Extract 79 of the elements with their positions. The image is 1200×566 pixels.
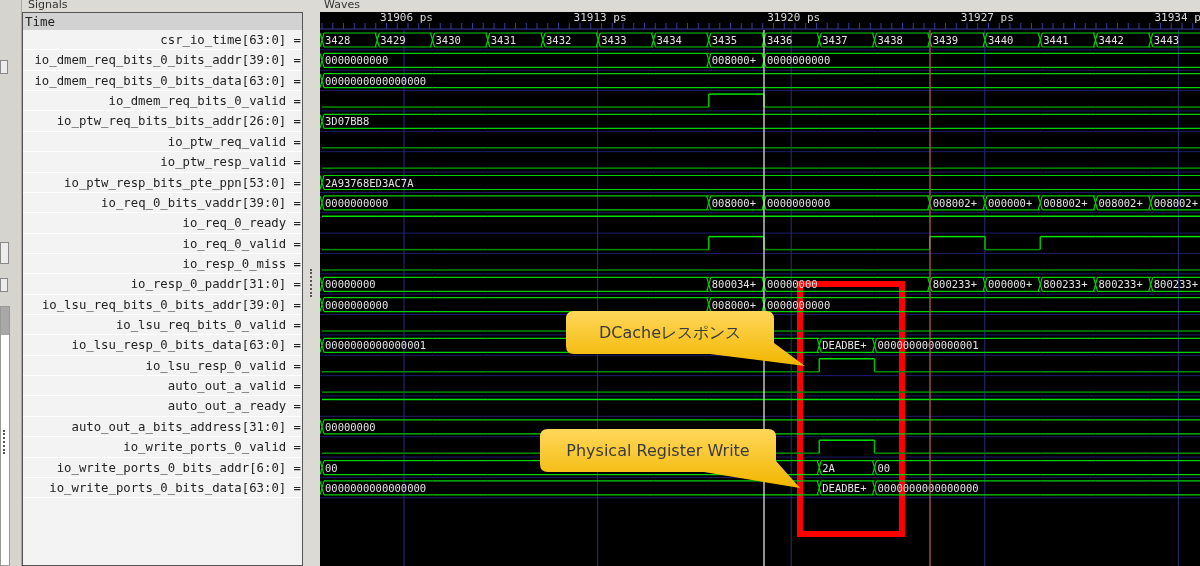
- bus-segment: 3431: [485, 32, 544, 48]
- scrollbar-thumb[interactable]: [1, 307, 9, 335]
- signal-name[interactable]: io_write_ports_0_valid =: [23, 437, 302, 458]
- frame-label: Waves: [323, 0, 361, 12]
- signal-name[interactable]: io_write_ports_0_bits_data[63:0] =: [23, 477, 302, 499]
- signal-name[interactable]: auto_out_a_bits_address[31:0] =: [23, 416, 302, 438]
- signal-name[interactable]: io_write_ports_0_bits_addr[6:0] =: [23, 457, 302, 478]
- bus-segment: 3428: [320, 32, 378, 48]
- bus-segment: 800233+: [1148, 276, 1200, 292]
- callout: Physical Register Write: [540, 429, 800, 488]
- bus-segment: 3442: [1092, 32, 1152, 48]
- bus-segment: 000000+: [982, 276, 1041, 292]
- bus-segment: 3441: [1037, 32, 1097, 48]
- frame-label: Signals: [27, 0, 69, 12]
- signal-name[interactable]: io_req_0_ready =: [23, 213, 302, 234]
- bus-segment: 3437: [816, 32, 876, 48]
- bus-segment: 3436: [761, 32, 820, 48]
- bus-segment: 3435: [706, 32, 765, 48]
- bus-segment: 3440: [982, 32, 1041, 48]
- signal-name[interactable]: io_lsu_req_bits_0_bits_addr[39:0] =: [23, 294, 302, 316]
- bus-segment: 3430: [429, 32, 489, 48]
- signal-name[interactable]: io_ptw_resp_bits_pte_ppn[53:0] =: [23, 172, 302, 193]
- signal-name[interactable]: csr_io_time[63:0] =: [23, 30, 302, 51]
- bus-segment: 0000000000000000: [320, 480, 820, 496]
- bus-segment: 3443: [1148, 32, 1200, 48]
- bus-segment: 800233+: [1037, 276, 1097, 292]
- signal-name[interactable]: io_req_0_bits_vaddr[39:0] =: [23, 192, 302, 214]
- bus-segment: 008002+: [1037, 195, 1097, 211]
- bus-segment: 3439: [927, 32, 986, 48]
- bus-segment: 0000000000: [761, 195, 931, 211]
- signal-name[interactable]: io_resp_0_miss =: [23, 253, 302, 275]
- bus-segment: 008002+: [1148, 195, 1200, 211]
- signal-name[interactable]: auto_out_a_valid =: [23, 376, 302, 397]
- time-label: 31934 p: [1154, 12, 1200, 24]
- bus-segment: 3433: [595, 32, 655, 48]
- signal-name[interactable]: io_lsu_req_bits_0_valid =: [23, 315, 302, 336]
- bus-segment: 800233+: [1092, 276, 1152, 292]
- bus-segment: 0000000000000000: [320, 73, 1200, 89]
- bus-segment: 3434: [650, 32, 710, 48]
- signal-name[interactable]: io_dmem_req_bits_0_bits_addr[39:0] =: [23, 50, 302, 71]
- signal-name[interactable]: io_req_0_valid =: [23, 233, 302, 254]
- bus-segment: DEADBE+: [816, 337, 876, 353]
- bus-segment: 3438: [871, 32, 931, 48]
- signal-name[interactable]: io_lsu_resp_0_valid =: [23, 355, 302, 377]
- bus-segment: 0000000000: [761, 52, 1200, 68]
- bus-segment: 0000000000: [320, 52, 710, 68]
- bus-segment: 000000+: [982, 195, 1041, 211]
- bus-segment: 2A: [816, 459, 876, 476]
- signal-name[interactable]: io_ptw_req_bits_bits_addr[26:0] =: [23, 111, 302, 132]
- signal-name[interactable]: io_dmem_req_bits_0_bits_data[63:0] =: [23, 70, 302, 92]
- bus-segment: DEADBE+: [816, 480, 876, 496]
- scroll-button[interactable]: [0, 60, 8, 74]
- bus-segment: 3429: [374, 32, 434, 48]
- time-label: 31906 ps: [380, 12, 433, 24]
- scroll-button[interactable]: [0, 278, 8, 292]
- bus-segment: 008000+: [706, 195, 765, 211]
- bus-segment: 2A93768ED3AC7A: [320, 174, 1200, 191]
- column-header: Time: [23, 13, 302, 30]
- bus-segment: 800233+: [927, 276, 986, 292]
- bus-segment: 008002+: [1092, 195, 1152, 211]
- bus-segment: 0000000000: [320, 195, 710, 211]
- signal-name[interactable]: io_resp_0_paddr[31:0] =: [23, 274, 302, 295]
- signal-name[interactable]: io_ptw_resp_valid =: [23, 152, 302, 173]
- bus-segment: 3D07BB8: [320, 113, 1200, 130]
- bus-segment: 00: [871, 459, 1200, 476]
- bus-segment: 3432: [540, 32, 599, 48]
- bus-segment: 800034+: [706, 276, 765, 292]
- time-label: 31920 ps: [767, 12, 821, 24]
- bus-segment: 008002+: [927, 195, 986, 211]
- bus-segment: 00000000: [320, 276, 710, 292]
- time-label: 31913 ps: [573, 12, 627, 24]
- bus-segment: 008000+: [706, 52, 765, 68]
- signal-name[interactable]: io_dmem_req_bits_0_valid =: [23, 91, 302, 112]
- time-label: 31927 ps: [960, 12, 1014, 24]
- signal-name[interactable]: auto_out_a_ready =: [23, 396, 302, 417]
- scroll-button[interactable]: [0, 242, 9, 264]
- signal-name[interactable]: io_ptw_req_valid =: [23, 131, 302, 153]
- signal-name[interactable]: io_lsu_resp_0_bits_data[63:0] =: [23, 335, 302, 356]
- splitter-handle[interactable]: [3, 430, 6, 454]
